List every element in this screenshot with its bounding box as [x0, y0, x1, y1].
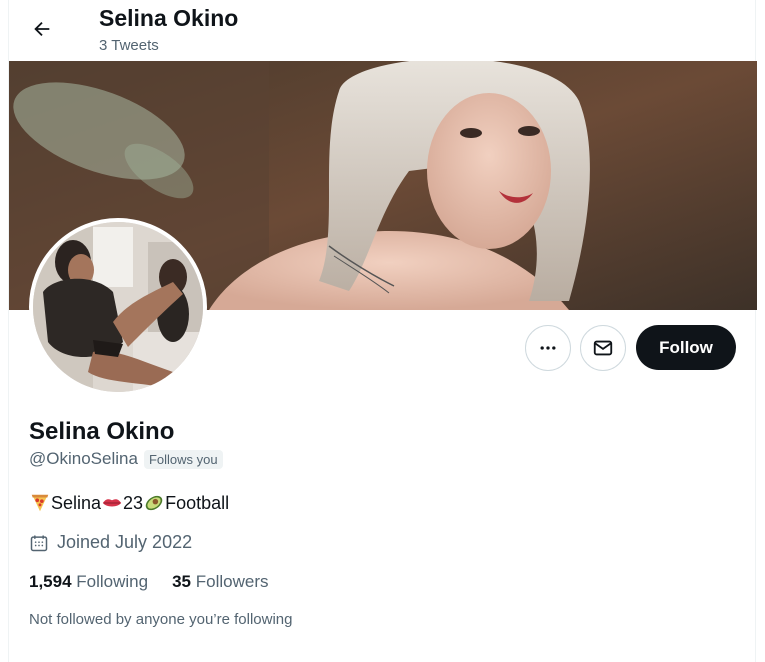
following-label: Following — [76, 572, 149, 591]
lips-icon — [102, 499, 122, 507]
header-title: Selina Okino — [99, 5, 239, 31]
following-count: 1,594 — [29, 572, 72, 591]
bio: Selina 23 Football — [29, 492, 229, 514]
followers-count: 35 — [172, 572, 192, 591]
follow-button[interactable]: Follow — [636, 325, 736, 370]
more-button[interactable] — [525, 325, 571, 371]
message-button[interactable] — [580, 325, 626, 371]
username: @OkinoSelina — [29, 449, 138, 468]
arrow-left-icon — [34, 21, 50, 37]
avocado-icon — [145, 495, 163, 511]
envelope-icon — [593, 340, 613, 356]
profile-page: Selina Okino 3 Tweets Follow Selina Okin… — [8, 0, 757, 662]
joined-text: Joined July 2022 — [57, 532, 193, 552]
calendar-icon — [30, 535, 48, 551]
more-horizontal-icon — [540, 346, 556, 350]
follows-you-badge: Follows you — [143, 449, 223, 469]
bio-text-3: Football — [165, 492, 230, 513]
followers-link[interactable]: 35 Followers — [172, 572, 268, 592]
followers-label: Followers — [195, 572, 269, 591]
bio-text-1: Selina — [51, 492, 102, 513]
joined-date: Joined July 2022 — [29, 532, 192, 553]
handle-row: @OkinoSelina Follows you — [29, 449, 223, 469]
back-button[interactable] — [25, 12, 59, 46]
avatar[interactable] — [29, 218, 207, 396]
bio-text-2: 23 — [123, 492, 144, 513]
follow-stats: 1,594 Following 35 Followers — [29, 572, 269, 592]
mutual-followers-note: Not followed by anyone you’re following — [29, 611, 293, 628]
display-name: Selina Okino — [29, 418, 175, 445]
pizza-icon — [31, 494, 49, 512]
profile-header: Selina Okino 3 Tweets — [9, 0, 755, 61]
tweet-count: 3 Tweets — [99, 37, 159, 54]
following-link[interactable]: 1,594 Following — [29, 572, 148, 592]
